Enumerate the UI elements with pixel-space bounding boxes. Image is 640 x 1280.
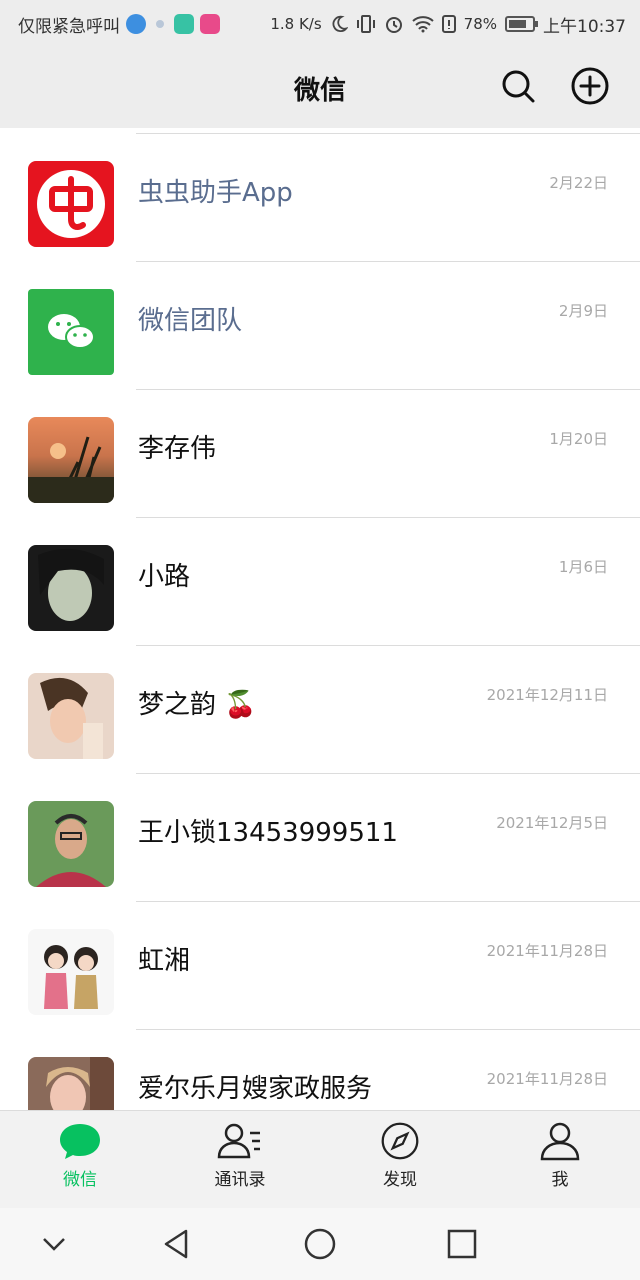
carrier-text: 仅限紧急呼叫 [18, 16, 120, 37]
home-button[interactable] [302, 1226, 338, 1262]
tab-discover[interactable]: 发现 [340, 1121, 460, 1205]
chat-date: 2021年11月28日 [486, 1070, 608, 1088]
tab-label: 发现 [383, 1170, 417, 1190]
chat-date: 2021年12月5日 [496, 814, 608, 832]
recents-button[interactable] [444, 1226, 480, 1262]
chat-date: 2月9日 [558, 302, 608, 320]
back-button[interactable] [160, 1226, 196, 1262]
avatar [28, 417, 114, 503]
avatar [28, 289, 114, 375]
contacts-icon [217, 1123, 260, 1159]
search-icon [502, 70, 535, 103]
portrait-photo-icon [46, 1057, 114, 1110]
tab-chats[interactable]: 微信 [20, 1121, 140, 1205]
chat-bubble-icon [60, 1124, 100, 1159]
back-triangle-icon [164, 1229, 188, 1259]
chat-item-licunwei[interactable]: 李存伟 1月20日 [0, 390, 640, 518]
sim-alert-icon [441, 15, 456, 33]
portrait-photo-icon [40, 677, 103, 759]
battery-fill [509, 20, 526, 28]
video-app-icon [200, 14, 220, 34]
system-nav-bar [0, 1208, 640, 1280]
add-button[interactable] [570, 66, 610, 106]
bottom-tab-bar: 微信 通讯录 发现 我 [0, 1110, 640, 1208]
avatar [28, 801, 114, 887]
chevron-down-icon [43, 1238, 65, 1251]
wechat-logo-icon [48, 314, 95, 349]
avatar [28, 1057, 114, 1110]
compass-icon [381, 1122, 419, 1160]
chat-name: 李存伟 [138, 434, 217, 464]
search-button[interactable] [498, 66, 538, 106]
app-icon-small-dot [156, 20, 164, 28]
chongchong-logo-icon [37, 170, 105, 238]
chat-item-hongxiang[interactable]: 虹湘 2021年11月28日 [0, 902, 640, 1030]
portrait-photo-icon [36, 814, 106, 887]
tab-contacts[interactable]: 通讯录 [180, 1121, 300, 1205]
chat-name: 微信团队 [138, 306, 243, 336]
tab-label: 微信 [63, 1170, 97, 1190]
tab-me[interactable]: 我 [500, 1121, 620, 1205]
chat-name: 王小锁13453999511 [138, 818, 398, 848]
battery-icon [505, 16, 538, 32]
play-icon [174, 14, 194, 34]
avatar [28, 673, 114, 759]
chat-name: 虫虫助手App [138, 178, 293, 208]
chat-name: 小路 [138, 562, 191, 592]
tab-label: 通讯录 [214, 1170, 266, 1190]
chat-name: 虹湘 [138, 946, 191, 976]
chat-name: 梦之韵 🍒 [138, 690, 257, 720]
wifi-icon [411, 15, 434, 33]
chat-item-chongchong[interactable]: 虫虫助手App 2月22日 [0, 134, 640, 262]
battery-percent: 78% [463, 15, 497, 33]
avatar [28, 929, 114, 1015]
square-icon [447, 1229, 477, 1259]
moon-icon [330, 15, 348, 33]
chat-item-aierle[interactable]: 爱尔乐月嫂家政服务 2021年11月28日 [0, 1030, 640, 1110]
tab-label: 我 [551, 1170, 569, 1190]
chat-date: 1月20日 [549, 430, 608, 448]
app-icon-quan [126, 14, 146, 34]
sunset-photo-icon [28, 436, 114, 503]
cartoon-photo-icon [44, 945, 98, 1009]
chat-name: 爱尔乐月嫂家政服务 [138, 1074, 373, 1104]
chat-date: 2021年11月28日 [486, 942, 608, 960]
avatar [28, 161, 114, 247]
chat-date: 2021年12月11日 [486, 686, 608, 704]
chat-item-xiaolu[interactable]: 小路 1月6日 [0, 518, 640, 646]
avatar [28, 545, 114, 631]
portrait-photo-icon [38, 548, 104, 621]
chat-date: 1月6日 [558, 558, 608, 576]
plus-circle-icon [571, 67, 609, 105]
status-bar: 仅限紧急呼叫 1.8 K/s 78% 上午10:37 [0, 0, 640, 48]
chat-list[interactable]: 虫虫助手App 2月22日 微信团队 2月9日 李存伟 1月20日 小路 1月6… [0, 128, 640, 1110]
person-icon [540, 1122, 580, 1161]
vibrate-icon [356, 15, 376, 33]
chat-item-wangxiaosuo[interactable]: 王小锁13453999511 2021年12月5日 [0, 774, 640, 902]
page-title: 微信 [293, 76, 346, 106]
collapse-button[interactable] [36, 1226, 72, 1262]
network-speed: 1.8 K/s [270, 15, 322, 33]
title-bar: 微信 [0, 48, 640, 128]
chat-item-mengzhiyun[interactable]: 梦之韵 🍒 2021年12月11日 [0, 646, 640, 774]
clock: 上午10:37 [543, 16, 626, 37]
home-circle-icon [304, 1228, 336, 1260]
alarm-icon [384, 14, 404, 34]
chat-item-wechat-team[interactable]: 微信团队 2月9日 [0, 262, 640, 390]
chat-date: 2月22日 [549, 174, 608, 192]
